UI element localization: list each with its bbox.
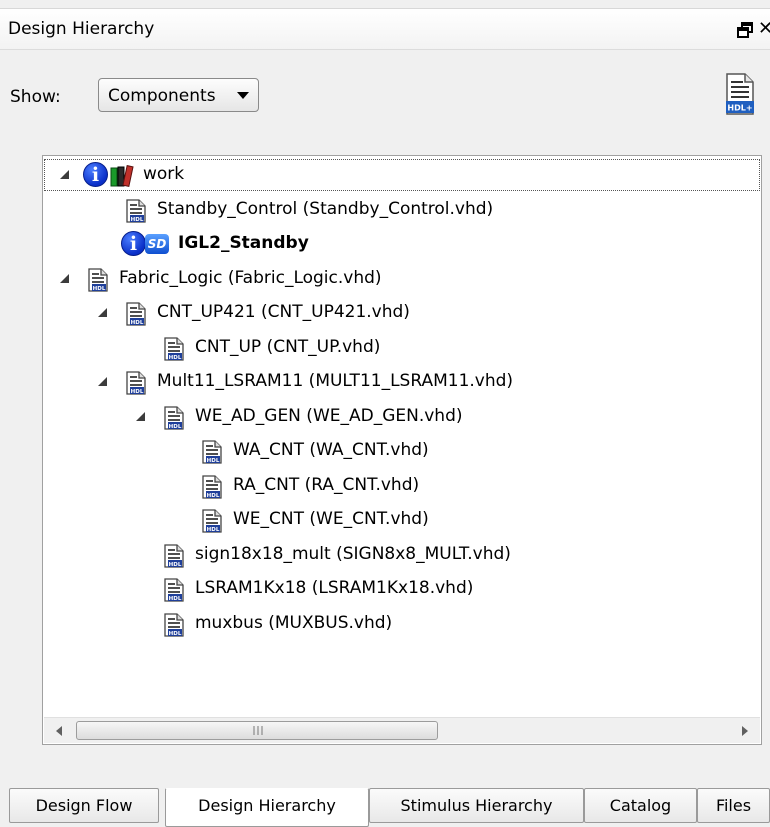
tree-row-label: work <box>143 164 185 184</box>
tree-row[interactable]: HDL WA_CNT (WA_CNT.vhd) <box>43 434 761 468</box>
svg-text:HDL: HDL <box>169 596 182 602</box>
tree-row-label: LSRAM1Kx18 (LSRAM1Kx18.vhd) <box>195 578 474 598</box>
tree-row-label: WA_CNT (WA_CNT.vhd) <box>233 440 429 460</box>
design-hierarchy-tree[interactable]: i work HDL Standby_Control (Standby_Control… <box>42 155 762 745</box>
hdl-file-icon: HDL <box>87 267 109 292</box>
show-dropdown-value: Components <box>108 86 216 106</box>
chevron-down-icon <box>237 92 249 99</box>
scroll-right-icon[interactable] <box>742 726 748 736</box>
tree-row-label: IGL2_Standby <box>178 233 309 253</box>
grip-icon <box>253 726 263 735</box>
info-icon: i <box>83 162 108 187</box>
show-dropdown[interactable]: Components <box>98 78 259 112</box>
hdl-file-icon: HDL <box>163 578 185 602</box>
svg-text:HDL: HDL <box>93 286 106 292</box>
tree-row-label: muxbus (MUXBUS.vhd) <box>195 612 393 633</box>
panel-title: Design Hierarchy <box>8 19 155 39</box>
svg-text:HDL: HDL <box>169 562 182 568</box>
bottom-tabs: Design Flow Design Hierarchy Stimulus Hi… <box>0 788 770 827</box>
tree-row-label: Fabric_Logic (Fabric_Logic.vhd) <box>119 267 382 288</box>
tree-row-label: WE_AD_GEN (WE_AD_GEN.vhd) <box>195 405 463 426</box>
smartdesign-icon: SD <box>145 234 169 254</box>
hdl-file-icon: HDL <box>201 509 223 533</box>
tree-row[interactable]: HDL sign18x18_mult (SIGN8x8_MULT.vhd) <box>43 538 761 572</box>
expand-triangle-icon[interactable] <box>98 308 107 317</box>
hdl-file-icon: HDL <box>201 440 223 464</box>
hdl-file-icon: HDL <box>163 612 185 637</box>
panel-titlebar: Design Hierarchy ✕ <box>0 8 770 50</box>
expand-triangle-icon[interactable] <box>98 377 107 386</box>
tab-design-flow[interactable]: Design Flow <box>9 788 159 823</box>
tree-row[interactable]: HDL Fabric_Logic (Fabric_Logic.vhd) <box>43 262 761 296</box>
hdl-file-icon: HDL <box>163 405 185 430</box>
hdl-file-icon: HDL <box>125 198 147 223</box>
expand-triangle-icon[interactable] <box>136 411 145 421</box>
tree-row[interactable]: HDL Standby_Control (Standby_Control.vhd) <box>43 193 761 227</box>
expand-triangle-icon[interactable] <box>60 273 69 283</box>
tree-row[interactable]: HDL RA_CNT (RA_CNT.vhd) <box>43 469 761 503</box>
hdl-file-icon: HDL <box>125 371 147 395</box>
tree-row-label: CNT_UP421 (CNT_UP421.vhd) <box>157 302 410 322</box>
tree-row-label: Standby_Control (Standby_Control.vhd) <box>157 198 494 219</box>
scroll-left-icon[interactable] <box>56 726 62 736</box>
tree-row[interactable]: HDL muxbus (MUXBUS.vhd) <box>43 607 761 641</box>
svg-text:HDL: HDL <box>207 493 220 499</box>
tree-row-label: RA_CNT (RA_CNT.vhd) <box>233 474 420 495</box>
scrollbar-thumb[interactable] <box>76 721 438 740</box>
show-label: Show: <box>10 87 61 107</box>
tree-row[interactable]: i work <box>43 158 761 192</box>
tab-stimulus-hierarchy[interactable]: Stimulus Hierarchy <box>369 788 584 823</box>
svg-text:HDL: HDL <box>169 631 182 637</box>
tree-row[interactable]: i SD IGL2_Standby <box>43 227 761 261</box>
tree-row[interactable]: HDL WE_CNT (WE_CNT.vhd) <box>43 503 761 537</box>
svg-text:HDL: HDL <box>131 389 144 395</box>
svg-text:HDL: HDL <box>207 527 220 533</box>
tree-row-label: WE_CNT (WE_CNT.vhd) <box>233 509 429 529</box>
expand-triangle-icon[interactable] <box>60 170 69 179</box>
tree-row[interactable]: HDL Mult11_LSRAM11 (MULT11_LSRAM11.vhd) <box>43 365 761 399</box>
close-icon[interactable]: ✕ <box>758 18 770 39</box>
tree-row[interactable]: HDL LSRAM1Kx18 (LSRAM1Kx18.vhd) <box>43 572 761 606</box>
svg-text:HDL: HDL <box>207 458 220 464</box>
tree-row[interactable]: HDL CNT_UP421 (CNT_UP421.vhd) <box>43 296 761 330</box>
hdl-file-icon: HDL <box>163 336 185 361</box>
svg-text:HDL: HDL <box>169 355 182 361</box>
tab-catalog[interactable]: Catalog <box>584 788 697 823</box>
tree-row[interactable]: HDL WE_AD_GEN (WE_AD_GEN.vhd) <box>43 400 761 434</box>
tree-row-label: Mult11_LSRAM11 (MULT11_LSRAM11.vhd) <box>157 371 514 391</box>
svg-text:HDL: HDL <box>131 217 144 223</box>
tree-row-label: sign18x18_mult (SIGN8x8_MULT.vhd) <box>195 543 511 564</box>
horizontal-scrollbar[interactable] <box>44 717 760 743</box>
svg-text:HDL: HDL <box>169 424 182 430</box>
info-icon: i <box>121 231 146 256</box>
tree-row-label: CNT_UP (CNT_UP.vhd) <box>195 336 381 357</box>
svg-text:HDL+: HDL+ <box>727 104 752 113</box>
tab-files[interactable]: Files <box>697 788 770 823</box>
hdl-file-icon: HDL <box>201 474 223 499</box>
library-icon <box>109 164 135 188</box>
tree-row[interactable]: HDL CNT_UP (CNT_UP.vhd) <box>43 331 761 365</box>
tab-design-hierarchy[interactable]: Design Hierarchy <box>165 788 369 827</box>
hdl-plus-icon[interactable]: HDL+ <box>725 72 755 116</box>
float-window-icon[interactable] <box>736 21 754 39</box>
svg-text:HDL: HDL <box>131 320 144 326</box>
hdl-file-icon: HDL <box>163 543 185 568</box>
hdl-file-icon: HDL <box>125 302 147 326</box>
